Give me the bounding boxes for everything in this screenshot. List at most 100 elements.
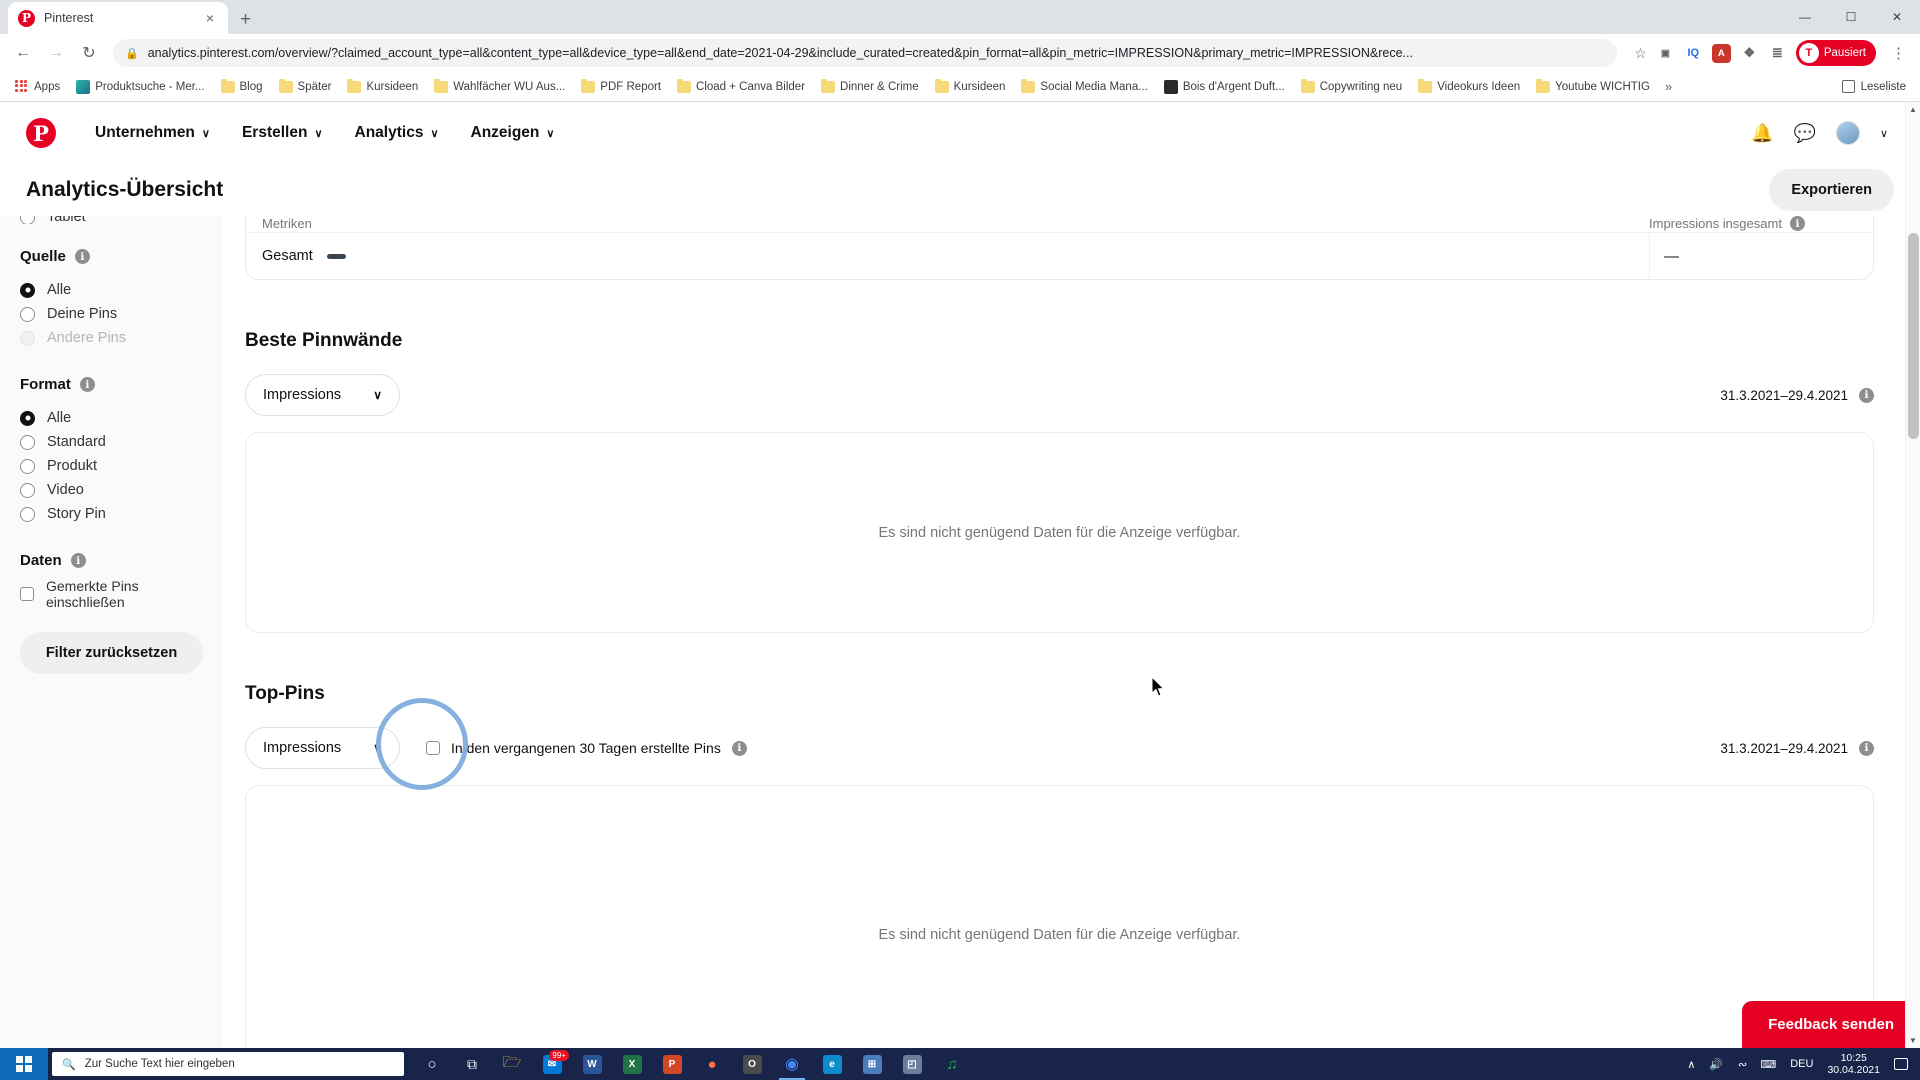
- radio-format-alle[interactable]: Alle: [20, 406, 203, 430]
- wifi-icon[interactable]: ∾: [1737, 1058, 1746, 1071]
- cortana-icon[interactable]: ○: [412, 1048, 452, 1080]
- info-icon[interactable]: i: [1859, 740, 1874, 756]
- radio-icon[interactable]: [20, 216, 35, 224]
- new-tab-button[interactable]: +: [240, 10, 251, 29]
- nav-item-erstellen[interactable]: Erstellen ∨: [229, 115, 336, 151]
- list-extension-icon[interactable]: ≣: [1768, 44, 1787, 63]
- radio-format-produkt[interactable]: Produkt: [20, 454, 203, 478]
- metric-select-top-pins[interactable]: Impressions ∨: [245, 727, 400, 769]
- window-close-icon[interactable]: ✕: [1874, 0, 1920, 34]
- back-icon[interactable]: ←: [8, 38, 38, 68]
- radio-format-video[interactable]: Video: [20, 478, 203, 502]
- close-icon[interactable]: ×: [202, 9, 218, 27]
- profile-chip[interactable]: T Pausiert: [1795, 40, 1876, 66]
- word-icon[interactable]: W: [572, 1048, 612, 1080]
- radio-quelle-alle[interactable]: Alle: [20, 278, 203, 302]
- tray-expand-icon[interactable]: ∧: [1687, 1058, 1695, 1071]
- address-bar[interactable]: 🔒 analytics.pinterest.com/overview/?clai…: [113, 39, 1618, 67]
- edge-icon[interactable]: e: [812, 1048, 852, 1080]
- opera-icon[interactable]: O: [732, 1048, 772, 1080]
- bookmark-produktsuche[interactable]: Produktsuche - Mer...: [69, 77, 211, 97]
- iq-extension-icon[interactable]: IQ: [1684, 44, 1703, 63]
- nav-item-analytics[interactable]: Analytics ∨: [342, 115, 452, 151]
- chat-icon[interactable]: 💬: [1794, 123, 1816, 144]
- pinterest-logo-icon[interactable]: P: [26, 118, 56, 148]
- bookmark-copywriting[interactable]: Copywriting neu: [1294, 78, 1409, 96]
- bookmarks-overflow-icon[interactable]: »: [1659, 79, 1678, 94]
- info-icon[interactable]: i: [79, 377, 95, 392]
- radio-quelle-deine-pins[interactable]: Deine Pins: [20, 302, 203, 326]
- bookmark-spaeter[interactable]: Später: [272, 78, 339, 96]
- info-icon[interactable]: i: [1859, 387, 1874, 403]
- excel-icon[interactable]: X: [612, 1048, 652, 1080]
- bookmark-videokurs[interactable]: Videokurs Ideen: [1411, 78, 1527, 96]
- scroll-up-icon[interactable]: ▲: [1906, 102, 1920, 117]
- mail-icon[interactable]: ✉ 99+: [532, 1048, 572, 1080]
- radio-icon[interactable]: [20, 458, 35, 474]
- bookmark-cload-canva[interactable]: Cload + Canva Bilder: [670, 78, 812, 96]
- nav-item-unternehmen[interactable]: Unternehmen ∨: [82, 115, 223, 151]
- reading-list-button[interactable]: Leseliste: [1841, 80, 1912, 93]
- reload-icon[interactable]: ↻: [74, 38, 104, 68]
- browser-tab-pinterest[interactable]: P Pinterest ×: [8, 2, 228, 34]
- volume-icon[interactable]: 🔊: [1709, 1058, 1723, 1071]
- checkbox-icon[interactable]: [20, 587, 34, 601]
- bookmark-bois-dargent[interactable]: Bois d'Argent Duft...: [1157, 77, 1292, 97]
- radio-format-story-pin[interactable]: Story Pin: [20, 502, 203, 526]
- forward-icon[interactable]: →: [41, 38, 71, 68]
- file-explorer-icon[interactable]: 🗁: [492, 1048, 532, 1080]
- radio-icon[interactable]: [20, 482, 35, 498]
- powerpoint-icon[interactable]: P: [652, 1048, 692, 1080]
- checkbox-last-30-days[interactable]: In den vergangenen 30 Tagen erstellte Pi…: [426, 740, 747, 756]
- nav-item-anzeigen[interactable]: Anzeigen ∨: [458, 115, 568, 151]
- radio-icon[interactable]: [20, 410, 35, 426]
- feedback-button[interactable]: Feedback senden: [1742, 1001, 1920, 1048]
- notification-icon[interactable]: [1894, 1058, 1908, 1070]
- language-indicator[interactable]: DEU: [1790, 1058, 1813, 1070]
- info-icon[interactable]: i: [1789, 216, 1805, 231]
- minimize-icon[interactable]: —: [1782, 0, 1828, 34]
- task-view-icon[interactable]: ⧉: [452, 1048, 492, 1080]
- taskbar-clock[interactable]: 10:25 30.04.2021: [1827, 1052, 1880, 1076]
- bookmark-kursideen-1[interactable]: Kursideen: [340, 78, 425, 96]
- radio-icon[interactable]: [20, 506, 35, 522]
- sidebar-item-tablet[interactable]: Tablet: [20, 216, 203, 224]
- scrollbar-thumb[interactable]: [1908, 233, 1919, 439]
- keyboard-icon[interactable]: ⌨: [1760, 1058, 1776, 1071]
- bookmark-star-icon[interactable]: ☆: [1634, 45, 1647, 62]
- taskbar-search-input[interactable]: 🔍 Zur Suche Text hier eingeben: [52, 1052, 404, 1076]
- puzzle-extension-icon[interactable]: ❖: [1740, 44, 1759, 63]
- chevron-down-icon[interactable]: ∨: [1880, 127, 1888, 140]
- radio-icon[interactable]: [20, 306, 35, 322]
- firefox-icon[interactable]: ●: [692, 1048, 732, 1080]
- bookmark-youtube[interactable]: Youtube WICHTIG: [1529, 78, 1657, 96]
- windows-start-button[interactable]: [0, 1048, 48, 1080]
- chrome-icon[interactable]: ◉: [772, 1048, 812, 1080]
- store-icon[interactable]: ⊞: [852, 1048, 892, 1080]
- avatar[interactable]: [1835, 121, 1860, 145]
- reset-filters-button[interactable]: Filter zurücksetzen: [20, 632, 203, 674]
- bookmark-dinner-crime[interactable]: Dinner & Crime: [814, 78, 926, 96]
- browser-menu-icon[interactable]: ⋮: [1885, 44, 1912, 62]
- bookmark-pdf-report[interactable]: PDF Report: [574, 78, 668, 96]
- spotify-icon[interactable]: ♫: [932, 1048, 972, 1080]
- bookmark-wahlfaecher[interactable]: Wahlfächer WU Aus...: [427, 78, 572, 96]
- info-icon[interactable]: i: [731, 740, 747, 756]
- scroll-down-icon[interactable]: ▼: [1906, 1033, 1920, 1048]
- bookmark-social-media[interactable]: Social Media Mana...: [1014, 78, 1154, 96]
- checkbox-gemerkte-pins[interactable]: Gemerkte Pins einschließen: [20, 578, 203, 610]
- info-icon[interactable]: i: [74, 249, 90, 264]
- adblock-extension-icon[interactable]: A: [1711, 43, 1731, 63]
- export-button[interactable]: Exportieren: [1769, 169, 1894, 211]
- checkbox-icon[interactable]: [426, 741, 440, 755]
- info-icon[interactable]: i: [70, 553, 86, 568]
- bookmark-blog[interactable]: Blog: [214, 78, 270, 96]
- bookmark-kursideen-2[interactable]: Kursideen: [928, 78, 1013, 96]
- bookmark-apps[interactable]: Apps: [8, 77, 67, 97]
- radio-icon[interactable]: [20, 434, 35, 450]
- radio-icon[interactable]: [20, 282, 35, 298]
- photos-icon[interactable]: ◰: [892, 1048, 932, 1080]
- page-scrollbar[interactable]: ▲ ▼: [1905, 102, 1920, 1048]
- metric-select-beste-pinnwaende[interactable]: Impressions ∨: [245, 374, 400, 416]
- bell-icon[interactable]: 🔔: [1751, 123, 1773, 144]
